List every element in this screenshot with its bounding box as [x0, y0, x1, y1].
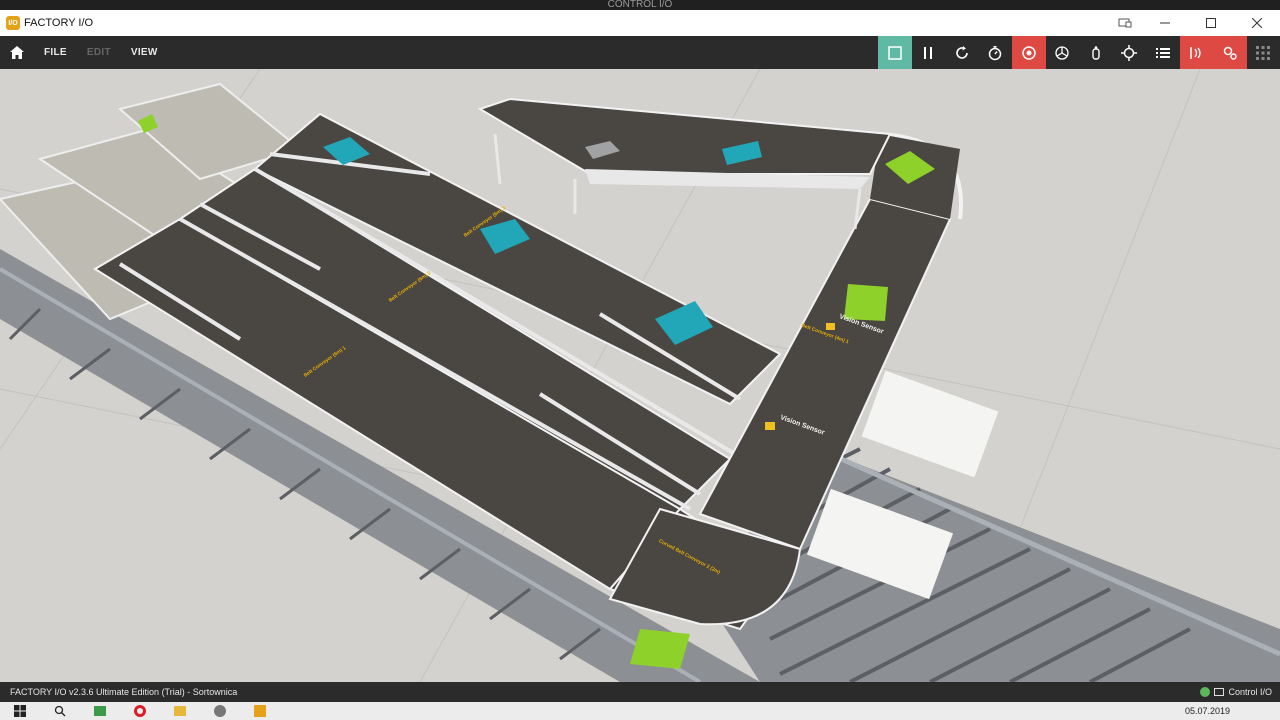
- pause-button[interactable]: [912, 36, 946, 69]
- title-bar: I/O FACTORY I/O: [0, 10, 1280, 36]
- menu-edit[interactable]: EDIT: [77, 47, 121, 58]
- pusher-1: [861, 370, 999, 478]
- hand-button[interactable]: [1079, 36, 1113, 69]
- scene-viewport[interactable]: Vision Sensor Vision Sensor Belt Conveyo…: [0, 69, 1280, 682]
- taskbar-date: 05.07.2019: [1184, 706, 1230, 716]
- os-window-label: CONTROL I/O: [0, 0, 1280, 10]
- grid-button[interactable]: [1247, 36, 1280, 69]
- driver-icon: [1214, 688, 1225, 696]
- list-button[interactable]: [1146, 36, 1180, 69]
- window-controls: [1108, 10, 1280, 36]
- hand-icon: [1092, 45, 1100, 60]
- toolbar: [878, 36, 1280, 69]
- check-icon: [1200, 687, 1211, 697]
- status-bar: FACTORY I/O v2.3.6 Ultimate Edition (Tri…: [0, 682, 1280, 702]
- reset-button[interactable]: [945, 36, 979, 69]
- taskbar-app-green-icon[interactable]: [80, 702, 120, 720]
- minimize-button[interactable]: [1142, 10, 1188, 36]
- timer-button[interactable]: [979, 36, 1013, 69]
- pause-icon: [924, 46, 933, 59]
- window-title: FACTORY I/O: [24, 17, 94, 29]
- home-icon: [10, 46, 24, 59]
- timer-icon: [989, 45, 1002, 60]
- vision-sensor-1: [826, 323, 835, 330]
- status-text: FACTORY I/O v2.3.6 Ultimate Edition (Tri…: [10, 687, 238, 697]
- opera-icon[interactable]: [120, 702, 160, 720]
- list-icon: [1155, 47, 1170, 58]
- maximize-button[interactable]: [1188, 10, 1234, 36]
- driver-status[interactable]: Control I/O: [1200, 687, 1272, 697]
- search-icon[interactable]: [40, 702, 80, 720]
- app-icon: I/O: [6, 16, 20, 30]
- reset-icon: [956, 45, 968, 59]
- feed-conveyor: [477, 97, 892, 230]
- driver-icon: [1190, 46, 1201, 59]
- settings-icon: [1223, 46, 1237, 60]
- windows-start-icon[interactable]: [0, 702, 40, 720]
- target-icon: [1121, 44, 1138, 61]
- home-button[interactable]: [0, 36, 34, 69]
- driver-label: Control I/O: [1228, 687, 1272, 697]
- menu-bar: FILE EDIT VIEW: [0, 36, 1280, 69]
- menu-view[interactable]: VIEW: [121, 47, 168, 58]
- sensor-view-button[interactable]: [1046, 36, 1080, 69]
- os-taskbar: 05.07.2019: [0, 702, 1280, 720]
- taskbar-app-gray-icon[interactable]: [200, 702, 240, 720]
- vision-sensor-2: [765, 422, 775, 430]
- factory-io-taskbar-icon[interactable]: [240, 702, 280, 720]
- camera-icon: [1022, 45, 1036, 60]
- settings-button[interactable]: [1213, 36, 1247, 69]
- menu-file[interactable]: FILE: [34, 47, 77, 58]
- stop-icon: [888, 45, 902, 60]
- taskbar-app-folder-icon[interactable]: [160, 702, 200, 720]
- snap-icon[interactable]: [1108, 10, 1142, 36]
- stop-button[interactable]: [878, 36, 912, 69]
- sensor-view-icon: [1055, 45, 1069, 60]
- scene-drawing: [0, 69, 1280, 682]
- grid-icon: [1256, 45, 1271, 60]
- target-button[interactable]: [1113, 36, 1147, 69]
- driver-button[interactable]: [1179, 36, 1213, 69]
- close-button[interactable]: [1234, 10, 1280, 36]
- camera-button[interactable]: [1012, 36, 1046, 69]
